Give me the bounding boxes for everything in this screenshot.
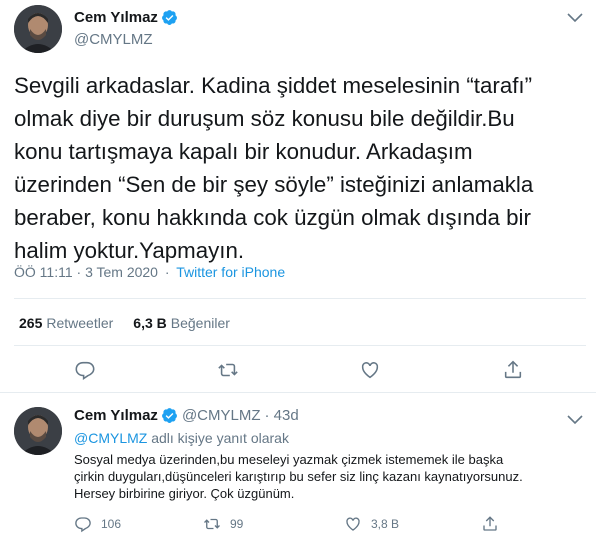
share-icon — [504, 360, 522, 379]
reply-button[interactable] — [74, 359, 96, 381]
main-tweet: Cem Yılmaz @CMYLMZ Sevgili arkadaslar. K… — [0, 0, 596, 393]
share-button[interactable] — [481, 515, 499, 533]
heart-icon — [361, 362, 379, 379]
retweet-icon — [218, 363, 238, 377]
divider — [14, 345, 586, 346]
source-link[interactable]: Twitter for iPhone — [176, 264, 285, 280]
handle[interactable]: @CMYLMZ — [182, 407, 261, 424]
divider — [14, 298, 586, 299]
verified-badge-icon — [161, 9, 178, 26]
reply-author-row: Cem Yılmaz @CMYLMZ · 43d — [74, 407, 299, 424]
reply-bubble-icon — [75, 517, 91, 533]
reply-count: 106 — [101, 517, 122, 531]
reply-tweet-text: Sosyal medya üzerinden,bu meseleyi yazma… — [74, 452, 523, 501]
likes-stat[interactable]: 6,3 B Beğeniler — [133, 315, 230, 331]
tweet-text: Sevgili arkadaslar. Kadina şiddet mesele… — [14, 73, 534, 263]
display-name[interactable]: Cem Yılmaz — [74, 9, 158, 26]
reply-to-label: adlı kişiye yanıt olarak — [151, 430, 289, 446]
engagement-stats: 265 Retweetler 6,3 B Beğeniler — [19, 315, 250, 331]
likes-label: Beğeniler — [170, 315, 230, 331]
retweet-icon — [204, 518, 220, 530]
tweet-meta: ÖÖ 11:11 · 3 Tem 2020 · Twitter for iPho… — [14, 264, 285, 280]
retweet-button[interactable] — [217, 359, 239, 381]
verified-badge-icon — [161, 407, 178, 424]
reply-button[interactable]: 106 — [74, 515, 121, 533]
timestamp[interactable]: ÖÖ 11:11 · 3 Tem 2020 — [14, 264, 158, 280]
retweets-label: Retweetler — [46, 315, 114, 331]
share-button[interactable] — [502, 359, 524, 381]
retweet-count: 99 — [230, 517, 244, 531]
tweet-age[interactable]: · 43d — [265, 407, 299, 424]
like-count: 3,8 B — [371, 517, 400, 531]
heart-icon — [346, 517, 360, 531]
meta-separator: · — [164, 264, 170, 280]
retweet-button[interactable]: 99 — [203, 515, 243, 533]
reply-bubble-icon — [75, 361, 95, 380]
avatar[interactable] — [14, 407, 62, 455]
retweets-stat[interactable]: 265 Retweetler — [19, 315, 113, 331]
avatar[interactable] — [14, 5, 62, 53]
share-icon — [483, 516, 497, 531]
like-button[interactable]: 3,8 B — [344, 515, 399, 533]
retweets-count: 265 — [19, 315, 43, 331]
author-row: Cem Yılmaz — [74, 9, 178, 26]
likes-count: 6,3 B — [133, 315, 167, 331]
like-button[interactable] — [359, 359, 381, 381]
display-name[interactable]: Cem Yılmaz — [74, 407, 158, 424]
chevron-down-icon[interactable] — [566, 11, 584, 25]
reply-to-mention[interactable]: @CMYLMZ — [74, 430, 147, 446]
reply-context: @CMYLMZ adlı kişiye yanıt olarak — [74, 430, 289, 446]
chevron-down-icon[interactable] — [566, 413, 584, 427]
handle[interactable]: @CMYLMZ — [74, 31, 153, 48]
